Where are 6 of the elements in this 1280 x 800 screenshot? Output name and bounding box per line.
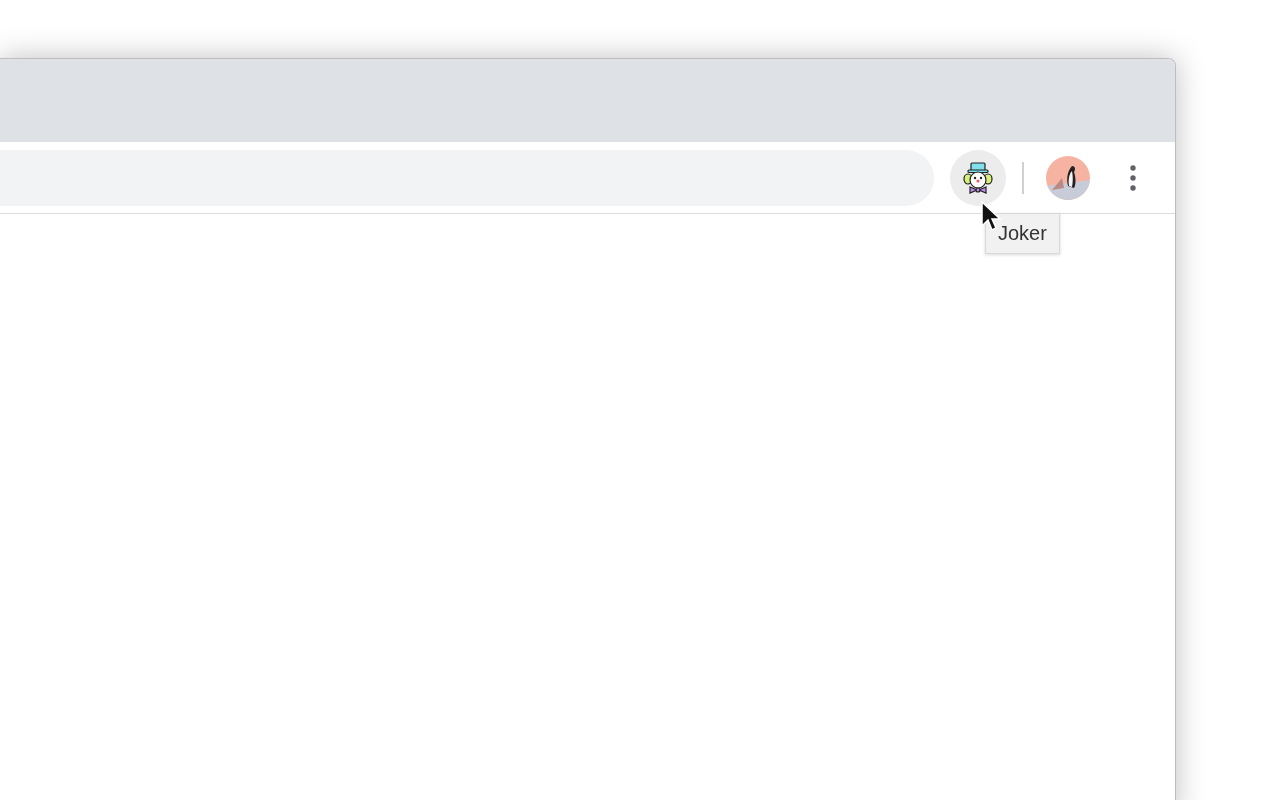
penguin-avatar-icon — [1046, 155, 1090, 200]
profile-avatar[interactable] — [1046, 155, 1090, 200]
more-vertical-icon — [1130, 164, 1136, 191]
clown-icon — [960, 159, 996, 196]
tooltip: Joker — [985, 212, 1060, 254]
menu-button[interactable] — [1130, 164, 1136, 191]
